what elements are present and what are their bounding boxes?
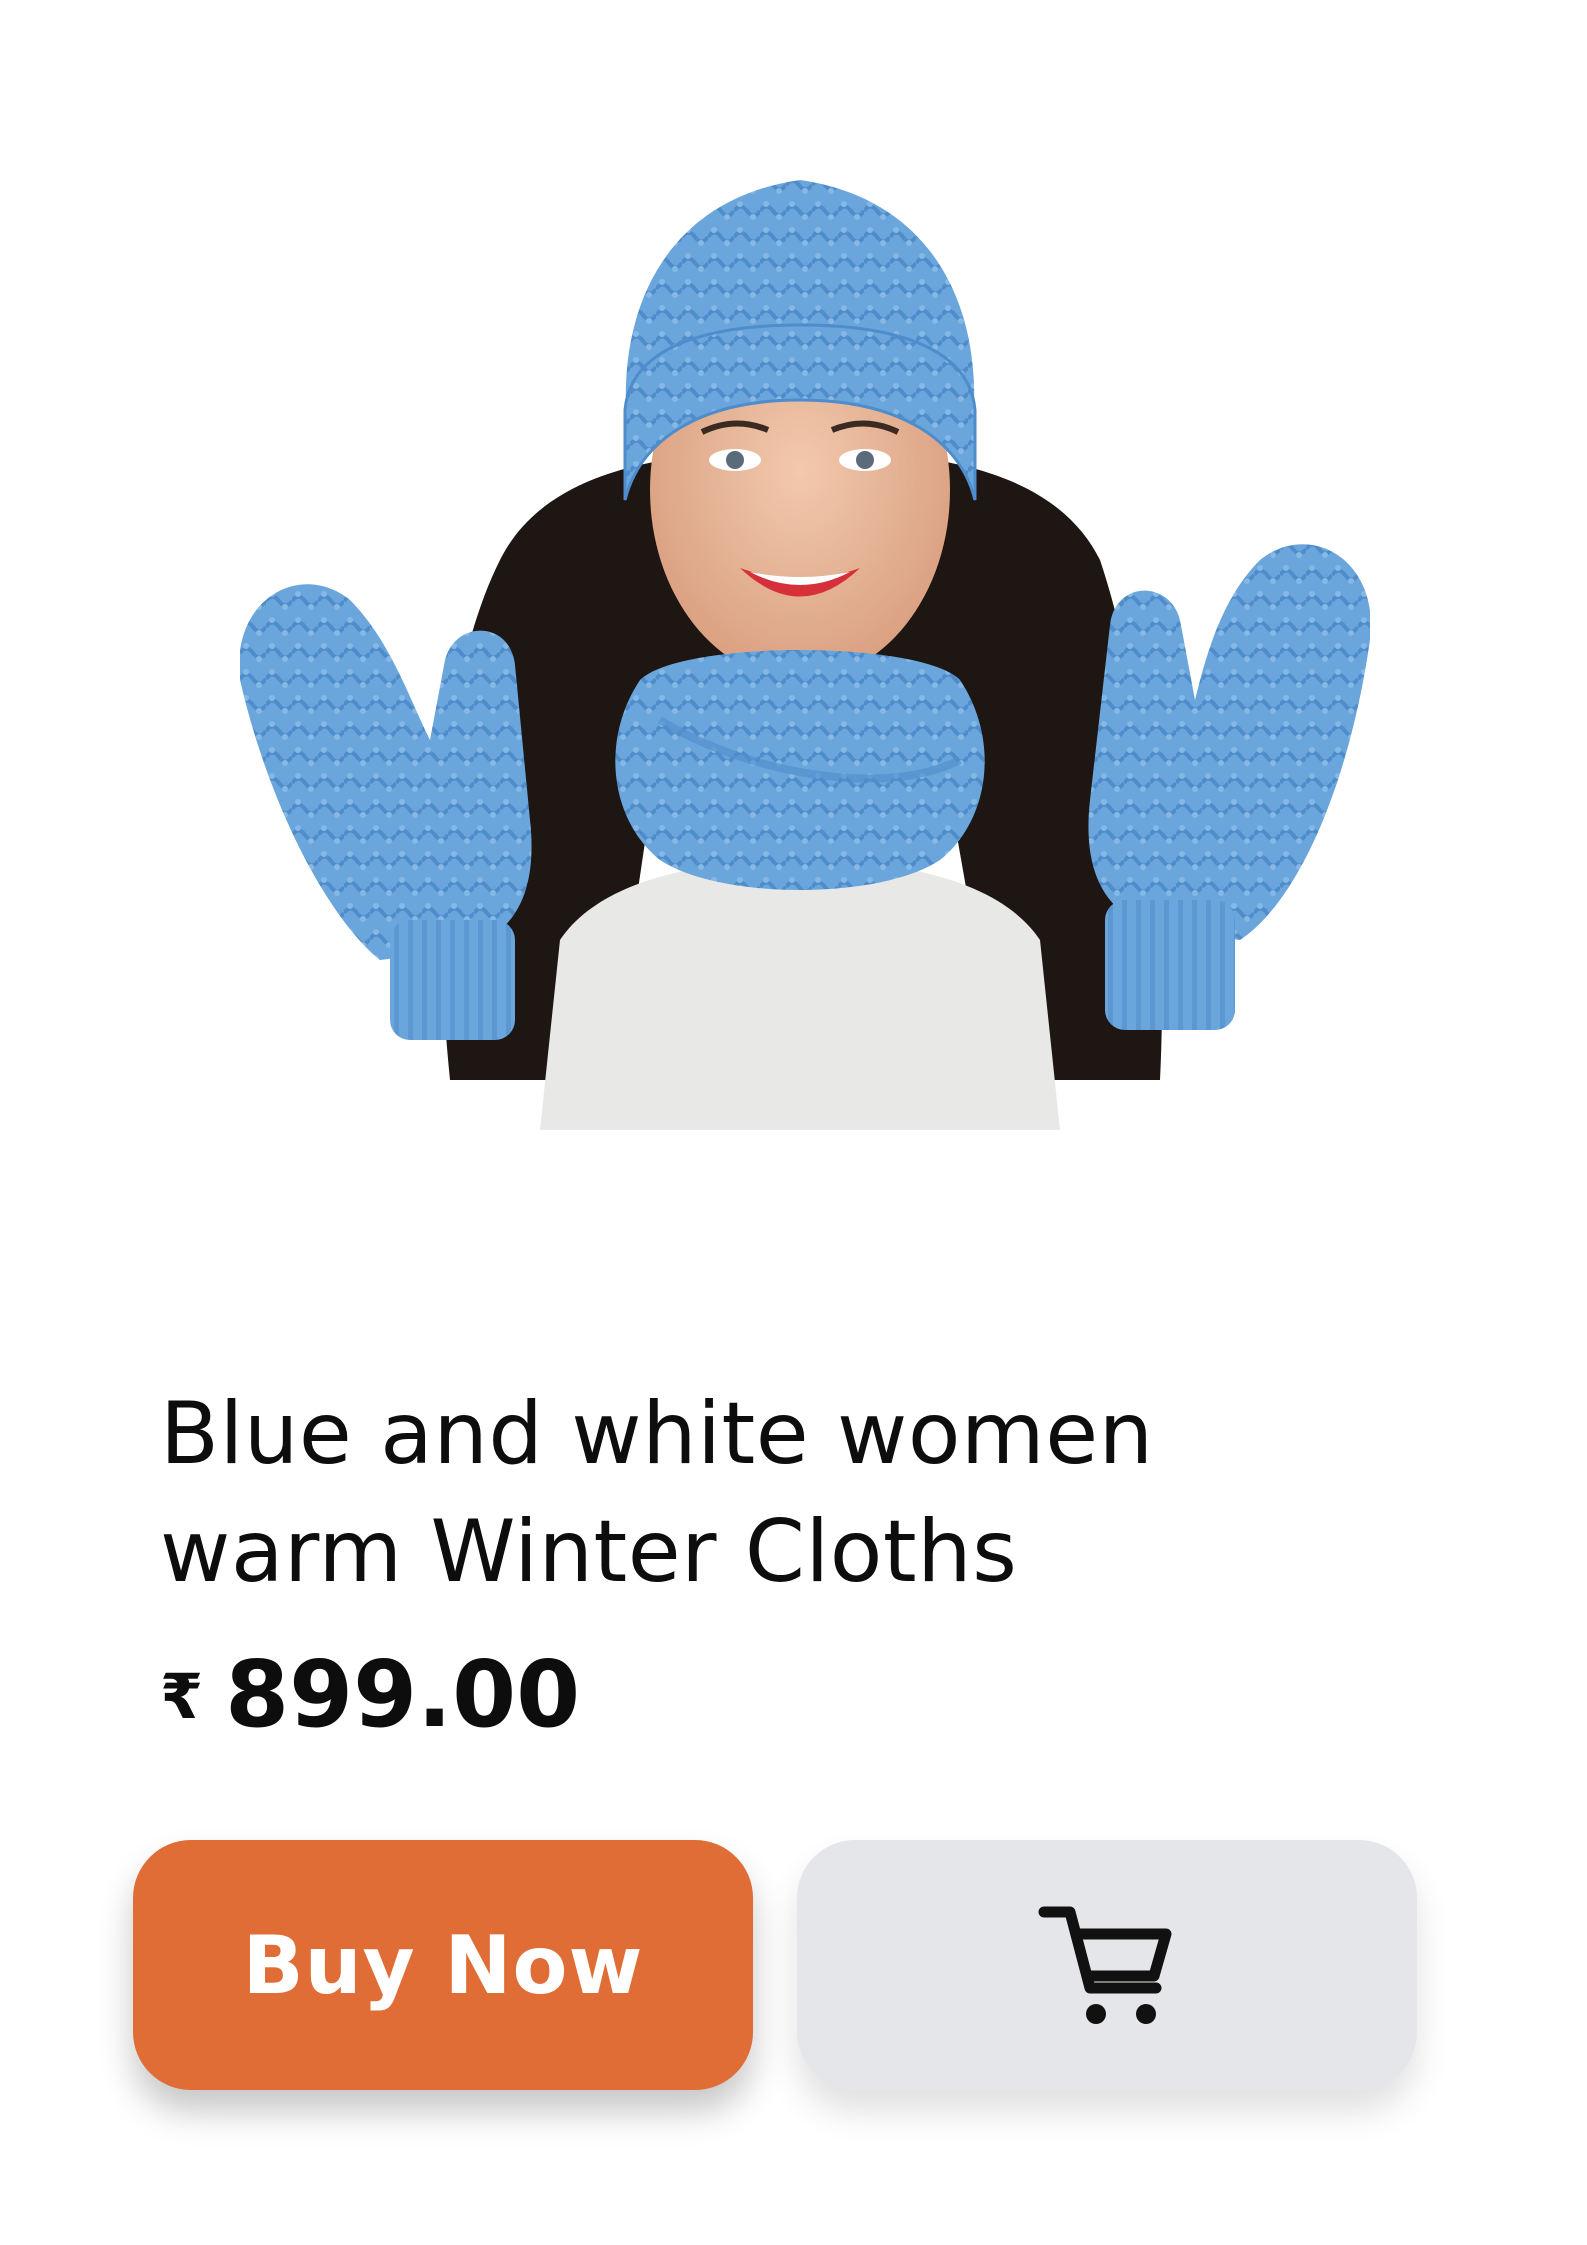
product-title-line-1: Blue and white women (160, 1384, 1154, 1484)
product-title: Blue and white women warm Winter Cloths (160, 1375, 1310, 1611)
currency-symbol: ₹ (160, 1660, 204, 1733)
buy-now-button[interactable]: Buy Now (133, 1840, 753, 2090)
price-value: 899.00 (225, 1641, 581, 1748)
product-card: Blue and white women warm Winter Cloths … (0, 0, 1587, 2245)
shopping-cart-icon (1038, 1906, 1172, 2024)
buy-now-label: Buy Now (242, 1918, 644, 2012)
add-to-cart-button[interactable] (797, 1840, 1417, 2090)
product-price: ₹899.00 (160, 1640, 580, 1752)
product-title-line-2: warm Winter Cloths (160, 1502, 1018, 1602)
product-image[interactable] (240, 120, 1370, 1130)
